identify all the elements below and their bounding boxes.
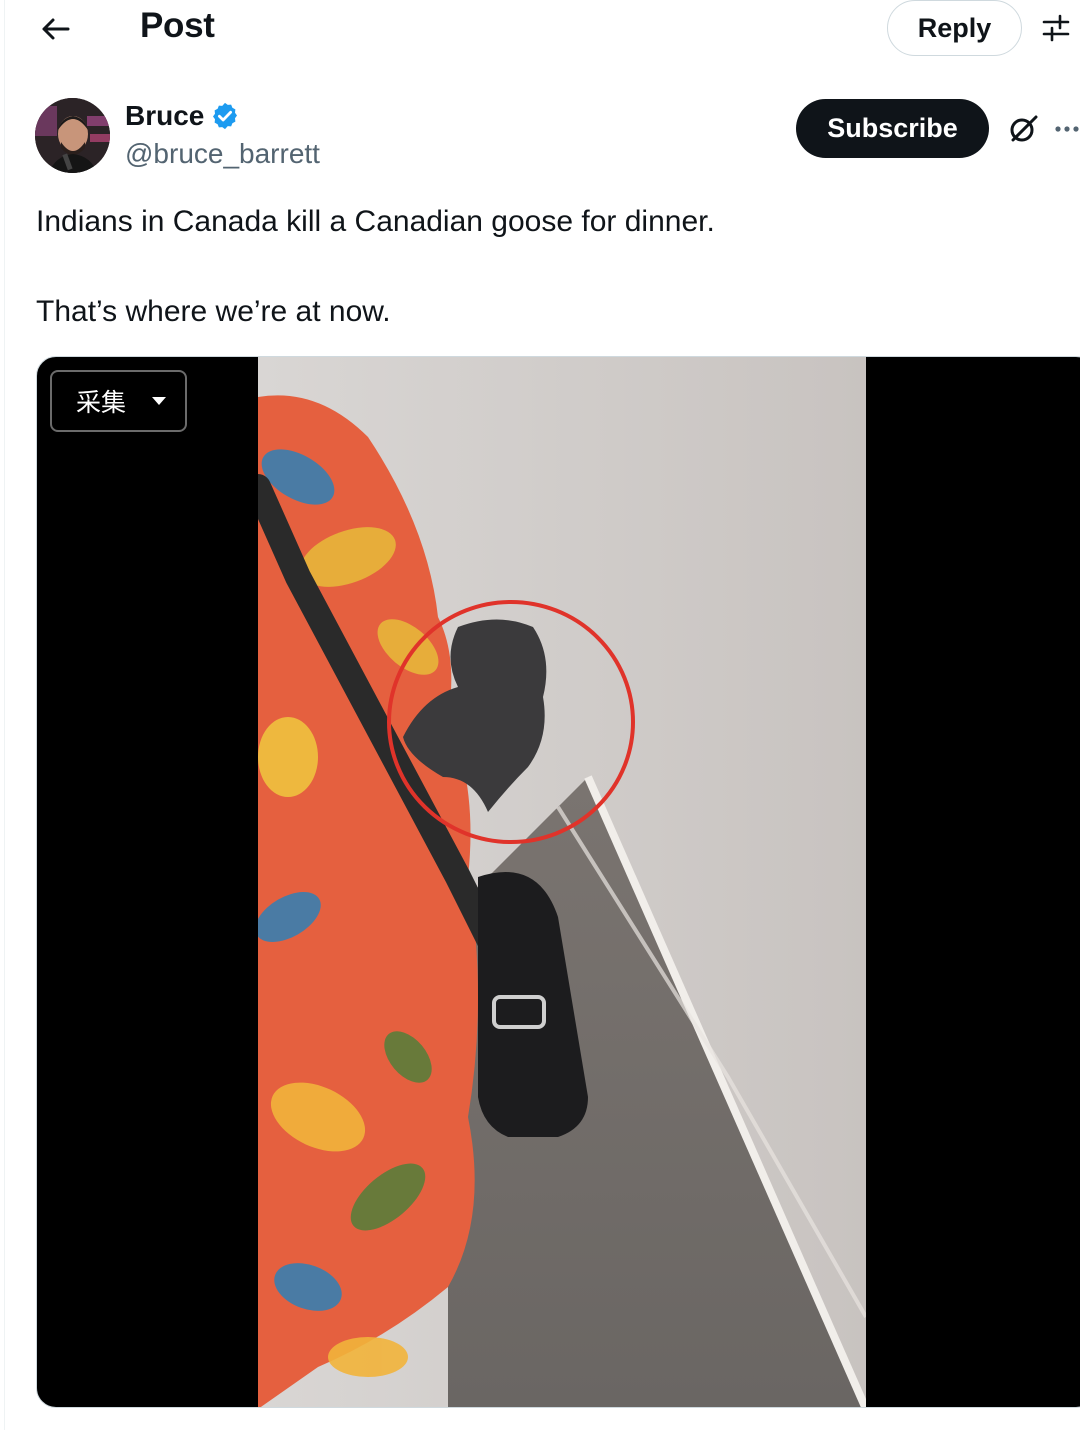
avatar-photo — [35, 98, 110, 173]
back-button[interactable] — [34, 8, 76, 50]
collect-dropdown-button[interactable]: 采集 — [50, 370, 187, 432]
post-text-line: Indians in Canada kill a Canadian goose … — [36, 205, 715, 238]
subscribe-button[interactable]: Subscribe — [796, 99, 989, 158]
grok-button[interactable] — [1004, 110, 1042, 148]
grok-icon — [1010, 115, 1038, 142]
video-player[interactable]: 采集 — [36, 356, 1080, 1408]
verified-badge-icon — [213, 102, 238, 130]
column-divider — [4, 0, 5, 1430]
more-icon — [1055, 126, 1079, 132]
author-handle[interactable]: @bruce_barrett — [125, 138, 320, 170]
page-title: Post — [140, 6, 215, 45]
caret-down-icon — [152, 397, 167, 405]
post-text-line: That’s where we’re at now. — [36, 295, 391, 328]
post-page: Post Reply Bruce @bruce_barrett Subscrib… — [0, 0, 1080, 1430]
arrow-left-icon — [42, 18, 70, 40]
author-name[interactable]: Bruce — [125, 100, 240, 132]
video-frame[interactable] — [258, 357, 866, 1407]
reply-button[interactable]: Reply — [887, 0, 1022, 56]
video-still — [258, 357, 866, 1407]
avatar[interactable] — [35, 98, 110, 173]
timeline-settings-button[interactable] — [1036, 8, 1076, 48]
top-bar: Post Reply — [0, 0, 1080, 60]
author-display-name: Bruce — [125, 100, 205, 131]
sliders-icon — [1042, 14, 1070, 42]
more-options-button[interactable] — [1054, 110, 1080, 148]
collect-label: 采集 — [76, 389, 127, 417]
